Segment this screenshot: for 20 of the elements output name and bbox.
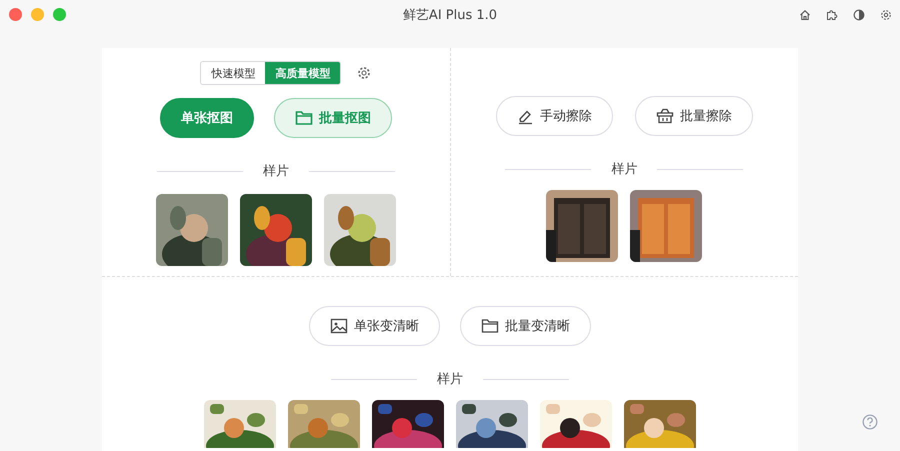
action-button[interactable]: 手动擦除 <box>496 96 613 136</box>
model-tab[interactable]: 高质量模型 <box>265 62 340 84</box>
folder-icon <box>481 318 499 334</box>
action-button[interactable]: 单张抠图 <box>160 98 254 138</box>
contrast-icon[interactable] <box>853 9 865 21</box>
puzzle-icon[interactable] <box>826 9 838 21</box>
home-icon[interactable] <box>799 9 811 21</box>
section-label: 样片 <box>611 161 638 178</box>
settings-icon[interactable] <box>357 66 372 80</box>
section-label: 样片 <box>262 163 289 180</box>
action-button[interactable]: 批量变清晰 <box>460 306 591 346</box>
folder-icon <box>294 110 313 126</box>
close-window-button[interactable] <box>9 8 22 21</box>
window-title: 鲜艺AI Plus 1.0 <box>402 7 498 24</box>
action-button[interactable]: 单张变清晰 <box>309 306 440 346</box>
action-button[interactable]: 批量擦除 <box>634 96 753 136</box>
image-icon <box>330 318 348 334</box>
section-label: 样片 <box>437 371 463 388</box>
basket-icon <box>656 108 674 124</box>
settings-icon[interactable] <box>880 9 892 21</box>
